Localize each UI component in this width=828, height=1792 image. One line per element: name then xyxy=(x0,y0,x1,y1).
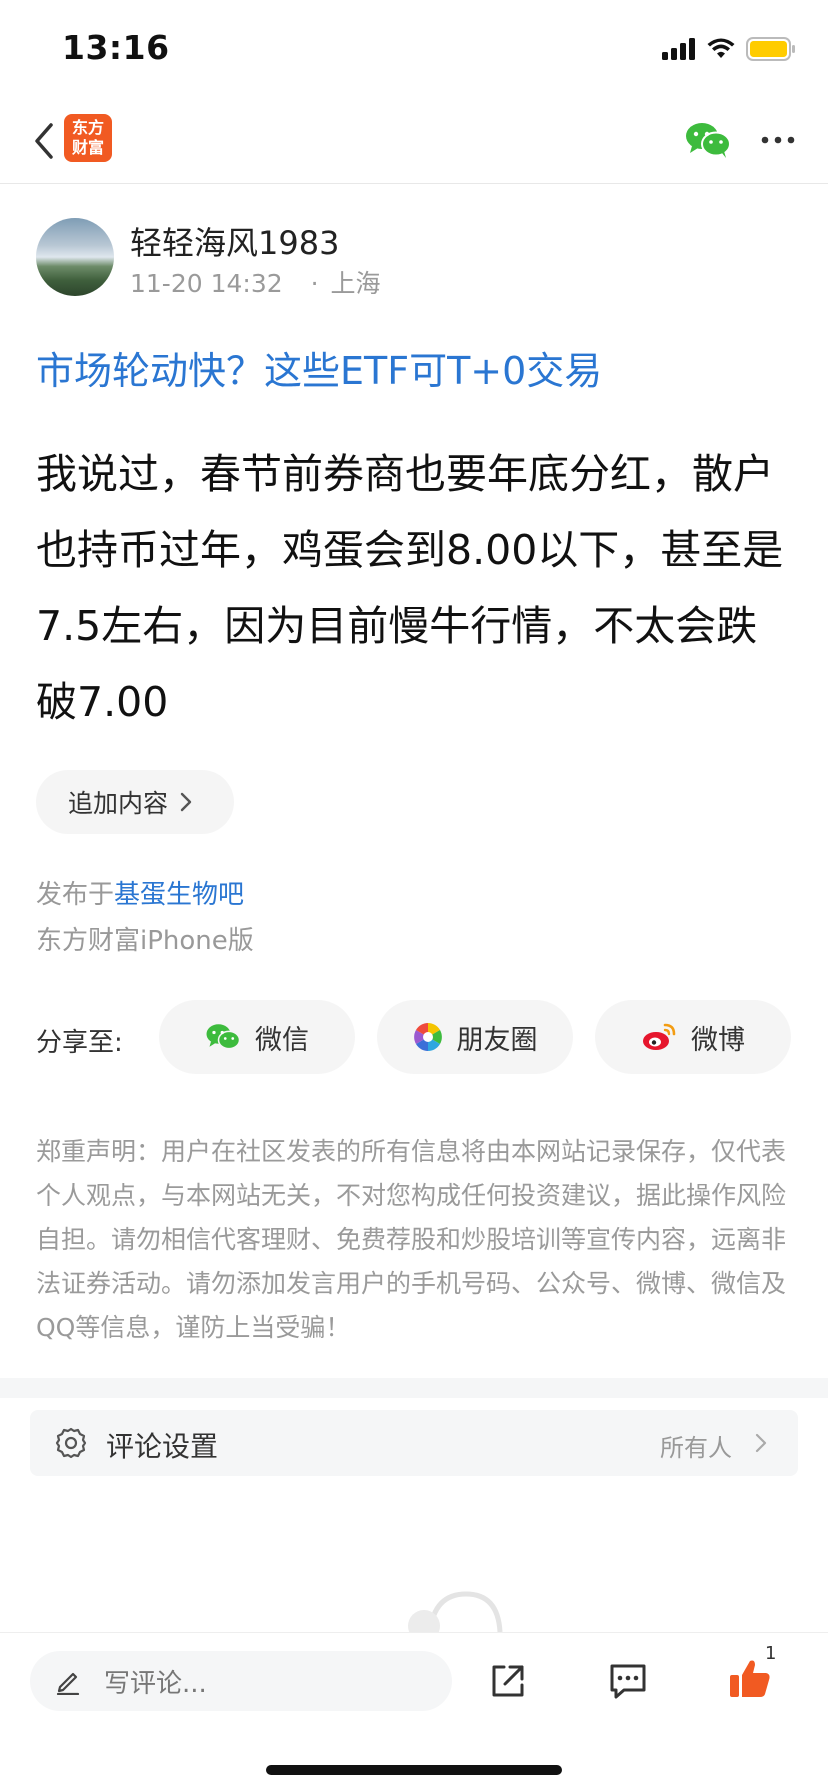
status-time: 13:16 xyxy=(62,28,170,67)
logo-line-1: 东方 xyxy=(71,118,104,137)
empty-state-illustration xyxy=(408,1591,503,1632)
comment-settings-row[interactable]: 评论设置 所有人 xyxy=(30,1410,798,1476)
post-title-link[interactable]: 市场轮动快？这些ETF可T+0交易 xyxy=(36,340,602,395)
like-count: 1 xyxy=(765,1643,777,1664)
more-options-button[interactable] xyxy=(756,122,800,158)
back-button[interactable] xyxy=(24,118,64,164)
section-divider xyxy=(0,1378,828,1398)
meta-separator: · xyxy=(310,269,319,298)
post-meta: 11-20 14:32 · 上海 xyxy=(130,264,381,300)
battery-icon xyxy=(746,37,795,61)
author-name[interactable]: 轻轻海风1983 xyxy=(130,218,339,264)
post-location: 上海 xyxy=(330,269,381,298)
chevron-left-icon xyxy=(35,123,53,159)
nav-bar: 东方 财富 xyxy=(0,100,828,184)
weibo-icon xyxy=(643,1023,676,1050)
author-info: 轻轻海风1983 11-20 14:32 · 上海 xyxy=(36,218,796,298)
share-label: 分享至: xyxy=(36,1028,123,1058)
append-content-button[interactable]: 追加内容 xyxy=(36,770,234,834)
disclaimer: 郑重声明：用户在社区发表的所有信息将由本网站记录保存，仅代表个人观点，与本网站无… xyxy=(36,1137,787,1342)
more-dots-icon xyxy=(761,136,795,144)
share-wechat-label: 微信 xyxy=(255,1024,309,1056)
eastmoney-logo[interactable]: 东方 财富 xyxy=(64,114,112,162)
logo-line-2: 财富 xyxy=(71,138,104,157)
chevron-right-icon xyxy=(755,1433,767,1453)
share-moments-button[interactable]: 朋友圈 xyxy=(377,1000,573,1074)
comment-input[interactable]: 写评论... xyxy=(30,1651,452,1711)
wechat-share-icon[interactable] xyxy=(684,120,732,160)
share-weibo-label: 微博 xyxy=(691,1024,745,1056)
comment-bubble-icon xyxy=(610,1664,646,1699)
pencil-icon xyxy=(56,1672,80,1695)
moments-icon xyxy=(413,1023,442,1051)
share-weibo-button[interactable]: 微博 xyxy=(595,1000,791,1074)
status-icons xyxy=(662,34,796,64)
status-bar: 13:16 xyxy=(0,0,828,100)
post-time: 11-20 14:32 xyxy=(130,269,283,298)
wifi-icon xyxy=(707,38,735,58)
chevron-right-icon xyxy=(180,792,192,812)
comment-settings-value: 所有人 xyxy=(660,1434,732,1462)
published-in: 发布于基蛋生物吧 xyxy=(36,874,244,911)
share-post-button[interactable] xyxy=(486,1659,530,1703)
post-body: 我说过，春节前券商也要年底分红，散户也持币过年，鸡蛋会到8.00以下，甚至是7.… xyxy=(36,450,784,726)
platform-source: 东方财富iPhone版 xyxy=(36,926,254,956)
avatar[interactable] xyxy=(36,218,114,296)
published-prefix: 发布于 xyxy=(36,880,115,910)
forum-link[interactable]: 基蛋生物吧 xyxy=(114,880,244,910)
wechat-icon xyxy=(206,1024,241,1050)
comments-button[interactable] xyxy=(606,1659,650,1703)
share-moments-label: 朋友圈 xyxy=(456,1024,538,1056)
append-content-label: 追加内容 xyxy=(68,789,169,818)
bottom-action-bar: 写评论... 1 xyxy=(0,1632,828,1792)
share-external-icon xyxy=(492,1665,524,1697)
share-wechat-button[interactable]: 微信 xyxy=(159,1000,355,1074)
comment-settings-label: 评论设置 xyxy=(106,1430,219,1463)
cellular-signal-icon xyxy=(662,38,695,60)
share-row: 分享至: 微信 朋友圈 微博 xyxy=(36,1000,796,1074)
home-indicator[interactable] xyxy=(266,1765,562,1775)
comment-placeholder: 写评论... xyxy=(104,1668,207,1699)
gear-icon xyxy=(55,1427,87,1459)
